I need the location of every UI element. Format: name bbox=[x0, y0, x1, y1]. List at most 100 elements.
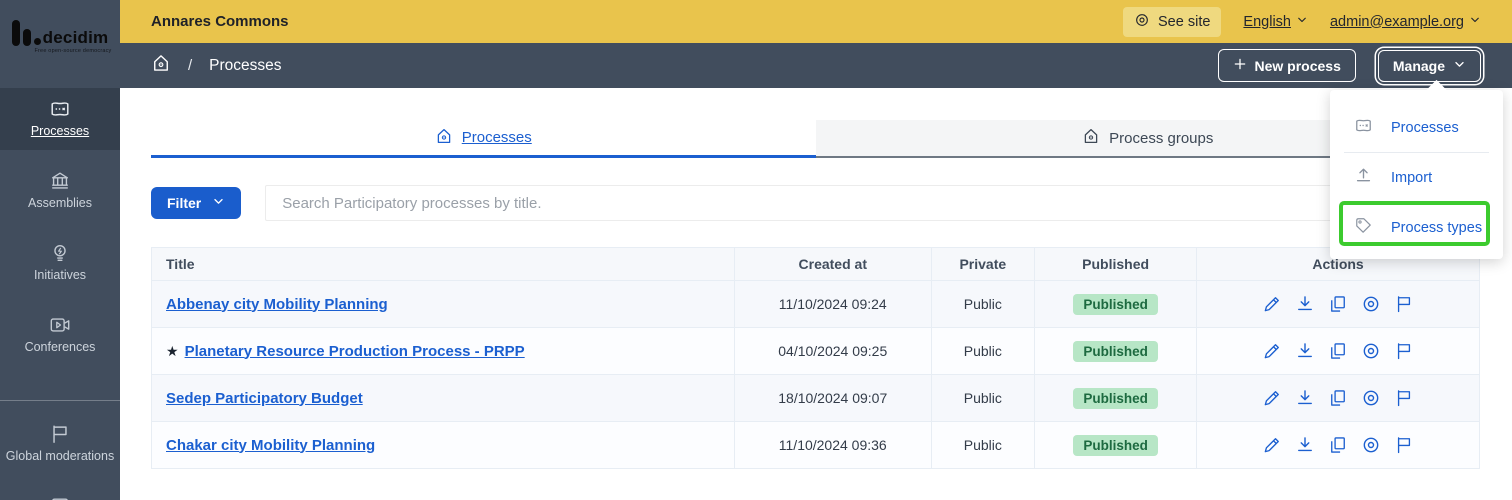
filter-button[interactable]: Filter bbox=[151, 187, 242, 219]
moderate-flag-icon[interactable] bbox=[1394, 341, 1414, 361]
admin-subheader: / Processes New process Manage bbox=[120, 43, 1512, 88]
menu-item-processes[interactable]: Processes bbox=[1330, 103, 1503, 152]
sidebar-item-global-moderations[interactable]: Global moderations bbox=[0, 413, 120, 475]
preview-icon[interactable] bbox=[1361, 294, 1381, 314]
export-icon[interactable] bbox=[1295, 435, 1315, 455]
subheader-actions: New process Manage bbox=[1217, 49, 1481, 82]
sidebar-item-assemblies[interactable]: Assemblies bbox=[0, 160, 120, 222]
private-cell: Public bbox=[930, 327, 1036, 375]
site-title: Annares Commons bbox=[151, 13, 289, 30]
upload-icon bbox=[1354, 166, 1373, 189]
published-badge: Published bbox=[1073, 340, 1158, 362]
map-icon bbox=[1354, 116, 1373, 139]
lightbulb-icon bbox=[49, 242, 71, 264]
copy-icon[interactable] bbox=[1328, 341, 1348, 361]
menu-item-process-types[interactable]: Process types bbox=[1330, 203, 1503, 252]
header-created-at: Created at bbox=[733, 247, 932, 281]
published-badge: Published bbox=[1073, 293, 1158, 315]
table-row: Abbenay city Mobility Planning 11/10/202… bbox=[151, 280, 1480, 328]
header-title: Title bbox=[151, 247, 735, 281]
processes-table: Title Created at Private Published Actio… bbox=[151, 247, 1480, 469]
sidebar-nav: Processes Assemblies Initiatives Confere… bbox=[0, 88, 120, 500]
row-actions bbox=[1197, 388, 1479, 408]
new-process-button[interactable]: New process bbox=[1217, 49, 1356, 82]
header-published: Published bbox=[1034, 247, 1198, 281]
chevron-down-icon bbox=[1296, 14, 1308, 30]
video-camera-icon bbox=[49, 314, 71, 336]
row-actions bbox=[1197, 341, 1479, 361]
language-selector[interactable]: English bbox=[1243, 14, 1308, 30]
export-icon[interactable] bbox=[1295, 388, 1315, 408]
created-at-cell: 11/10/2024 09:24 bbox=[733, 280, 932, 328]
row-actions bbox=[1197, 435, 1479, 455]
map-icon bbox=[49, 98, 71, 120]
private-cell: Public bbox=[930, 374, 1036, 422]
edit-icon[interactable] bbox=[1262, 388, 1282, 408]
main-area: Annares Commons See site English admin@e… bbox=[120, 0, 1512, 500]
edit-icon[interactable] bbox=[1262, 435, 1282, 455]
chevron-down-icon bbox=[1469, 14, 1481, 30]
manage-dropdown-menu: Processes Import Process types bbox=[1330, 79, 1503, 259]
created-at-cell: 11/10/2024 09:36 bbox=[733, 421, 932, 469]
private-cell: Public bbox=[930, 421, 1036, 469]
process-title-link[interactable]: Chakar city Mobility Planning bbox=[166, 437, 375, 454]
decidim-logo-mark: decidim bbox=[11, 20, 109, 46]
tab-processes[interactable]: Processes bbox=[151, 120, 816, 158]
sidebar-divider bbox=[0, 400, 120, 401]
sidebar-item-pages[interactable]: Pages bbox=[0, 485, 120, 500]
sidebar-item-initiatives[interactable]: Initiatives bbox=[0, 232, 120, 294]
created-at-cell: 04/10/2024 09:25 bbox=[733, 327, 932, 375]
header-private: Private bbox=[930, 247, 1036, 281]
preview-icon[interactable] bbox=[1361, 341, 1381, 361]
copy-icon[interactable] bbox=[1328, 388, 1348, 408]
search-input[interactable] bbox=[265, 185, 1480, 221]
created-at-cell: 18/10/2024 09:07 bbox=[733, 374, 932, 422]
tag-icon bbox=[1354, 216, 1373, 239]
home-icon bbox=[151, 53, 171, 78]
sidebar-item-processes[interactable]: Processes bbox=[0, 88, 120, 150]
table-row: Planetary Resource Production Process - … bbox=[151, 327, 1480, 375]
copy-icon[interactable] bbox=[1328, 294, 1348, 314]
content-area: Processes Process groups Filter Title bbox=[120, 88, 1512, 500]
moderate-flag-icon[interactable] bbox=[1394, 294, 1414, 314]
page-icon bbox=[49, 495, 71, 500]
process-title-link[interactable]: Planetary Resource Production Process - … bbox=[185, 343, 525, 360]
filter-row: Filter bbox=[151, 185, 1480, 221]
logo-tagline: Free open-source democracy bbox=[34, 48, 112, 54]
see-site-button[interactable]: See site bbox=[1123, 6, 1222, 37]
moderate-flag-icon[interactable] bbox=[1394, 388, 1414, 408]
export-icon[interactable] bbox=[1295, 341, 1315, 361]
moderate-flag-icon[interactable] bbox=[1394, 435, 1414, 455]
flag-icon bbox=[49, 423, 71, 445]
tabs: Processes Process groups bbox=[151, 120, 1480, 158]
preview-icon[interactable] bbox=[1361, 435, 1381, 455]
table-row: Sedep Participatory Budget 18/10/2024 09… bbox=[151, 374, 1480, 422]
table-row: Chakar city Mobility Planning 11/10/2024… bbox=[151, 421, 1480, 469]
process-title-link[interactable]: Abbenay city Mobility Planning bbox=[166, 296, 388, 313]
account-menu[interactable]: admin@example.org bbox=[1330, 14, 1481, 30]
chevron-down-icon bbox=[212, 195, 225, 211]
breadcrumb-home-link[interactable] bbox=[151, 53, 171, 78]
edit-icon[interactable] bbox=[1262, 341, 1282, 361]
chevron-down-icon bbox=[1453, 58, 1466, 74]
topbar: Annares Commons See site English admin@e… bbox=[120, 0, 1512, 43]
sidebar-item-conferences[interactable]: Conferences bbox=[0, 304, 120, 366]
copy-icon[interactable] bbox=[1328, 435, 1348, 455]
sidebar: decidim Free open-source democracy Proce… bbox=[0, 0, 120, 500]
star-icon bbox=[166, 343, 179, 359]
preview-icon[interactable] bbox=[1361, 388, 1381, 408]
plus-icon bbox=[1233, 57, 1247, 74]
export-icon[interactable] bbox=[1295, 294, 1315, 314]
process-title-link[interactable]: Sedep Participatory Budget bbox=[166, 390, 363, 407]
row-actions bbox=[1197, 294, 1479, 314]
manage-button[interactable]: Manage bbox=[1377, 49, 1481, 82]
breadcrumb-current: Processes bbox=[209, 56, 282, 74]
decidim-logo[interactable]: decidim Free open-source democracy bbox=[0, 0, 120, 88]
assembly-building-icon bbox=[49, 170, 71, 192]
topbar-right: See site English admin@example.org bbox=[1123, 6, 1481, 37]
breadcrumb-separator: / bbox=[188, 57, 193, 74]
edit-icon[interactable] bbox=[1262, 294, 1282, 314]
menu-item-import[interactable]: Import bbox=[1330, 153, 1503, 202]
home-icon bbox=[1082, 127, 1100, 149]
published-badge: Published bbox=[1073, 434, 1158, 456]
